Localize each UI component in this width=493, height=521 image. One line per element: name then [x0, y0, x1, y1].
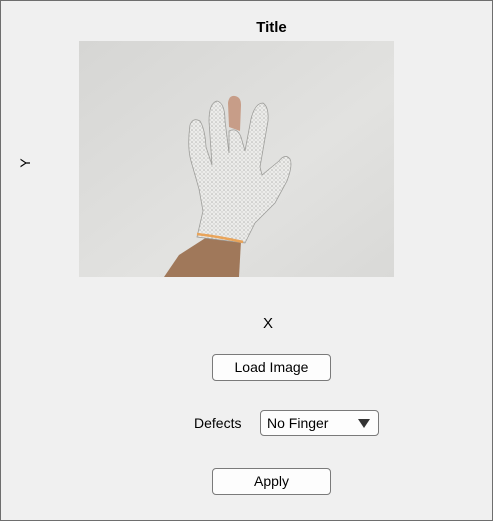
- load-image-button[interactable]: Load Image: [212, 354, 331, 381]
- axes-title: Title: [256, 19, 287, 36]
- defects-dropdown[interactable]: No Finger: [260, 410, 379, 436]
- apply-button[interactable]: Apply: [212, 468, 331, 495]
- chevron-down-icon: [358, 419, 370, 428]
- x-axis-label: X: [263, 315, 274, 332]
- glove-image: [79, 41, 394, 277]
- defects-dropdown-value: No Finger: [267, 415, 329, 431]
- y-axis-label: Y: [17, 158, 33, 168]
- app-window: Title Y X Load Image Defects No Finger A…: [0, 0, 493, 521]
- defects-label: Defects: [194, 415, 242, 431]
